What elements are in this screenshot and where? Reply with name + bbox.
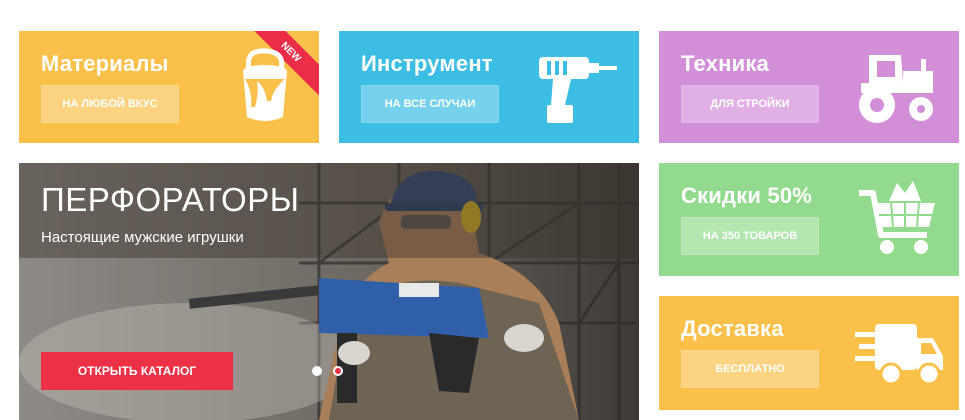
- tile-button[interactable]: НА ЛЮБОЙ ВКУС: [41, 85, 179, 123]
- banner-subtitle: Настоящие мужские игрушки: [41, 229, 244, 246]
- tile-title: Доставка: [681, 316, 784, 341]
- tile-button[interactable]: НА ВСЕ СЛУЧАИ: [361, 85, 499, 123]
- hero-banner[interactable]: ПЕРФОРАТОРЫ Настоящие мужские игрушки ОТ…: [19, 163, 639, 420]
- tractor-icon: [859, 55, 933, 123]
- shopping-cart-icon: [859, 181, 935, 254]
- paint-bucket-icon: [243, 48, 287, 121]
- tile-discounts[interactable]: Скидки 50% НА 350 ТОВАРОВ: [659, 163, 959, 276]
- tile-materials[interactable]: NEW Материалы НА ЛЮБОЙ ВКУС: [19, 31, 319, 143]
- tile-machinery[interactable]: Техника ДЛЯ СТРОЙКИ: [659, 31, 959, 143]
- tile-button[interactable]: ДЛЯ СТРОЙКИ: [681, 85, 819, 123]
- delivery-truck-icon: [855, 324, 943, 386]
- tile-button[interactable]: БЕСПЛАТНО: [681, 350, 819, 388]
- tile-title: Техника: [681, 51, 769, 76]
- slider-dot-1[interactable]: [312, 366, 322, 376]
- open-catalog-button[interactable]: ОТКРЫТЬ КАТАЛОГ: [41, 352, 233, 390]
- banner-title: ПЕРФОРАТОРЫ: [41, 181, 300, 218]
- tile-title: Материалы: [41, 51, 169, 76]
- tile-button[interactable]: НА 350 ТОВАРОВ: [681, 217, 819, 255]
- tile-title: Инструмент: [361, 51, 493, 76]
- tile-delivery[interactable]: Доставка БЕСПЛАТНО: [659, 296, 959, 410]
- tile-title: Скидки 50%: [681, 183, 813, 208]
- tile-tools[interactable]: Инструмент НА ВСЕ СЛУЧАИ: [339, 31, 639, 143]
- drill-icon: [539, 57, 617, 123]
- slider-dot-2[interactable]: [333, 366, 343, 376]
